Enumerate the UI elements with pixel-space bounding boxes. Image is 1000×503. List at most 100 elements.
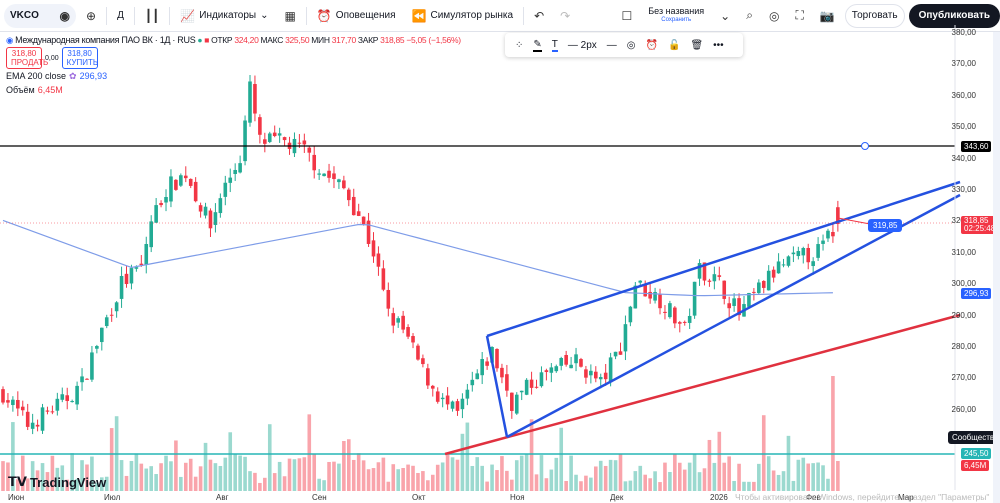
candle <box>337 179 341 183</box>
templates-icon[interactable]: ⁘ <box>515 40 523 51</box>
volume-bar <box>307 414 312 491</box>
candle <box>307 147 312 153</box>
volume-bar <box>771 470 776 491</box>
line-color-icon[interactable]: ✎ <box>533 39 542 52</box>
volume-bar <box>752 481 756 491</box>
volume-bar <box>836 461 840 491</box>
candle <box>351 196 356 216</box>
candle <box>421 358 425 365</box>
tradingview-logo[interactable]: 𝗧𝗩 TradingView <box>8 474 106 490</box>
volume-bar <box>524 453 529 491</box>
volume-bar <box>801 457 806 491</box>
volume-bar <box>514 460 519 491</box>
ema-label[interactable]: EMA 200 close <box>6 71 66 81</box>
open-label: ОТКР <box>211 35 233 45</box>
volume-bar <box>806 463 811 491</box>
candle <box>174 179 178 190</box>
candle <box>519 390 524 393</box>
sell-button[interactable]: 318,80 ПРОДАТЬ <box>6 47 48 69</box>
candle <box>673 307 677 324</box>
candle <box>603 372 608 380</box>
volume-bar <box>490 464 494 491</box>
volume-bar <box>287 458 292 491</box>
volume-bar <box>282 476 287 491</box>
volume-bar <box>603 465 608 491</box>
candle <box>25 411 30 427</box>
candle <box>356 211 361 216</box>
volume-bar <box>228 432 233 491</box>
candle <box>574 354 578 364</box>
price-tick: 380,00 <box>951 28 976 37</box>
candle <box>564 355 568 365</box>
lock-icon[interactable]: 🔓 <box>668 40 680 51</box>
volume-bar <box>421 471 425 491</box>
volume-bar <box>761 415 766 491</box>
candle <box>668 303 672 318</box>
right-scroll-strip[interactable] <box>993 32 1000 503</box>
buy-button[interactable]: 318,80 КУПИТЬ <box>61 47 99 69</box>
legend-title[interactable]: Международная компания ПАО ВК · 1Д · RUS <box>15 35 196 45</box>
volume-label[interactable]: Объём <box>6 85 35 95</box>
volume-bar <box>589 477 593 491</box>
text-color-icon[interactable]: T <box>551 39 558 52</box>
candle <box>347 189 351 201</box>
candle <box>322 173 326 177</box>
candle <box>663 311 667 313</box>
candle <box>381 268 386 290</box>
volume-bar <box>218 465 223 491</box>
volume-bar <box>169 461 173 491</box>
volume-bar <box>361 460 366 491</box>
candle <box>332 173 336 180</box>
volume-bar <box>292 459 297 491</box>
volume-bar <box>648 478 652 491</box>
volume-bar <box>495 470 499 491</box>
volume-bar <box>327 461 331 491</box>
volume-bar <box>406 464 410 491</box>
line-width-button[interactable]: — 2px <box>568 40 597 51</box>
candle <box>766 270 771 291</box>
candle <box>6 400 10 403</box>
volume-bar <box>598 460 603 491</box>
candle <box>183 175 188 179</box>
candle <box>114 302 119 312</box>
candle <box>144 243 149 265</box>
candle <box>124 273 129 285</box>
trash-icon[interactable]: 🗑 <box>690 40 703 51</box>
volume-bar <box>564 480 568 491</box>
candle <box>584 369 588 378</box>
price-tick: 350,00 <box>951 122 976 132</box>
candle <box>786 256 791 266</box>
candle <box>831 231 835 237</box>
candle <box>613 351 618 357</box>
volume-bar <box>430 474 435 491</box>
alert-icon[interactable]: ⏰ <box>646 40 658 51</box>
volume-bar <box>781 471 786 491</box>
volume-bar <box>554 457 559 491</box>
volume-bar <box>272 473 277 491</box>
volume-bar <box>677 462 682 491</box>
candle <box>85 378 89 380</box>
settings-icon[interactable]: ◎ <box>627 40 636 51</box>
volume-bar <box>584 475 588 491</box>
line-style-icon[interactable]: — <box>607 40 617 51</box>
candle <box>594 371 598 379</box>
time-tick: Окт <box>412 493 426 502</box>
candle <box>539 372 544 387</box>
volume-bar <box>618 454 623 491</box>
volume-bar <box>208 459 213 491</box>
volume-bar <box>322 480 326 491</box>
volume-bar <box>401 468 405 491</box>
time-tick: Июл <box>104 493 121 502</box>
more-icon[interactable]: ••• <box>713 40 724 51</box>
candle <box>327 170 331 178</box>
candle <box>500 367 504 378</box>
price-tick: 280,00 <box>951 342 976 351</box>
line-handle[interactable] <box>861 142 869 150</box>
drawing-price-label[interactable]: 319,85 <box>868 219 903 232</box>
candle <box>342 180 346 189</box>
buy-label: КУПИТЬ <box>66 58 99 67</box>
candle <box>549 367 554 373</box>
volume-bar <box>534 474 539 491</box>
candle <box>45 410 50 412</box>
volume-bar <box>356 453 361 491</box>
